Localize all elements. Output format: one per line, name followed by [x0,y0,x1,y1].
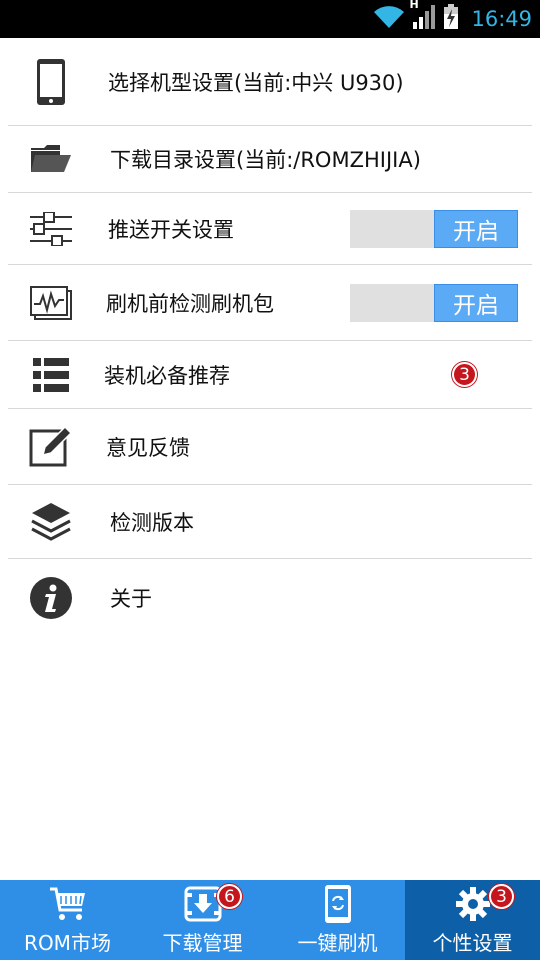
toggle-on-label: 开启 [434,283,518,322]
tab-download-manager[interactable]: 6 下载管理 [135,880,270,960]
settings-item-download-dir[interactable]: 下载目录设置(当前:/ROMZHIJIA) [8,126,532,193]
tab-label: 个性设置 [432,931,513,955]
notification-badge: 3 [489,884,514,909]
tab-label: 下载管理 [162,931,243,955]
push-switch-toggle[interactable]: 开启 [350,209,518,248]
settings-list: 选择机型设置(当前:中兴 U930) 下载目录设置(当前:/ROMZHIJIA)… [0,38,540,637]
settings-item-label: 下载目录设置(当前:/ROMZHIJIA) [110,148,421,172]
settings-item-feedback[interactable]: 意见反馈 [8,409,532,485]
info-icon [26,573,76,623]
phone-refresh-icon [318,884,358,924]
network-type-label: H [409,0,419,11]
bottom-navigation: ROM市场 6 下载管理 一键刷机 3 个性设置 [0,880,540,960]
layers-icon [26,497,76,547]
settings-item-preflash-check[interactable]: 刷机前检测刷机包 开启 [8,265,532,341]
settings-item-push-switch[interactable]: 推送开关设置 开启 [8,193,532,265]
battery-charging-icon [443,4,459,34]
edit-icon [26,422,76,472]
tab-one-click-flash[interactable]: 一键刷机 [270,880,405,960]
list-icon [26,350,76,400]
folder-icon [26,134,76,184]
phone-icon [26,57,76,107]
tab-rom-market[interactable]: ROM市场 [0,880,135,960]
toggle-on-label: 开启 [434,209,518,248]
settings-item-recommended-apps[interactable]: 装机必备推荐 3 [8,341,532,409]
settings-item-check-version[interactable]: 检测版本 [8,485,532,559]
settings-item-label: 装机必备推荐 [104,363,230,388]
signal-icon: H [409,0,437,34]
settings-item-select-model[interactable]: 选择机型设置(当前:中兴 U930) [8,38,532,126]
notification-badge: 6 [217,884,242,909]
tab-label: 一键刷机 [297,931,378,955]
cart-icon [48,884,88,924]
settings-item-label: 意见反馈 [106,435,190,460]
tab-personal-settings[interactable]: 3 个性设置 [405,880,540,960]
settings-item-label: 刷机前检测刷机包 [106,291,274,316]
sliders-icon [26,204,76,254]
preflash-check-toggle[interactable]: 开启 [350,283,518,322]
settings-item-about[interactable]: 关于 [8,559,532,637]
settings-item-label: 选择机型设置(当前:中兴 U930) [108,70,404,95]
settings-item-label: 推送开关设置 [108,217,234,242]
status-bar: H 16:49 [0,0,540,38]
settings-item-label: 检测版本 [110,510,194,535]
monitor-chart-icon [26,278,76,328]
notification-badge: 3 [452,362,477,387]
clock: 16:49 [471,7,532,31]
gear-icon [453,884,493,924]
settings-item-label: 关于 [110,587,152,611]
tab-label: ROM市场 [24,931,111,955]
download-icon [183,884,223,924]
wifi-icon [373,4,405,34]
